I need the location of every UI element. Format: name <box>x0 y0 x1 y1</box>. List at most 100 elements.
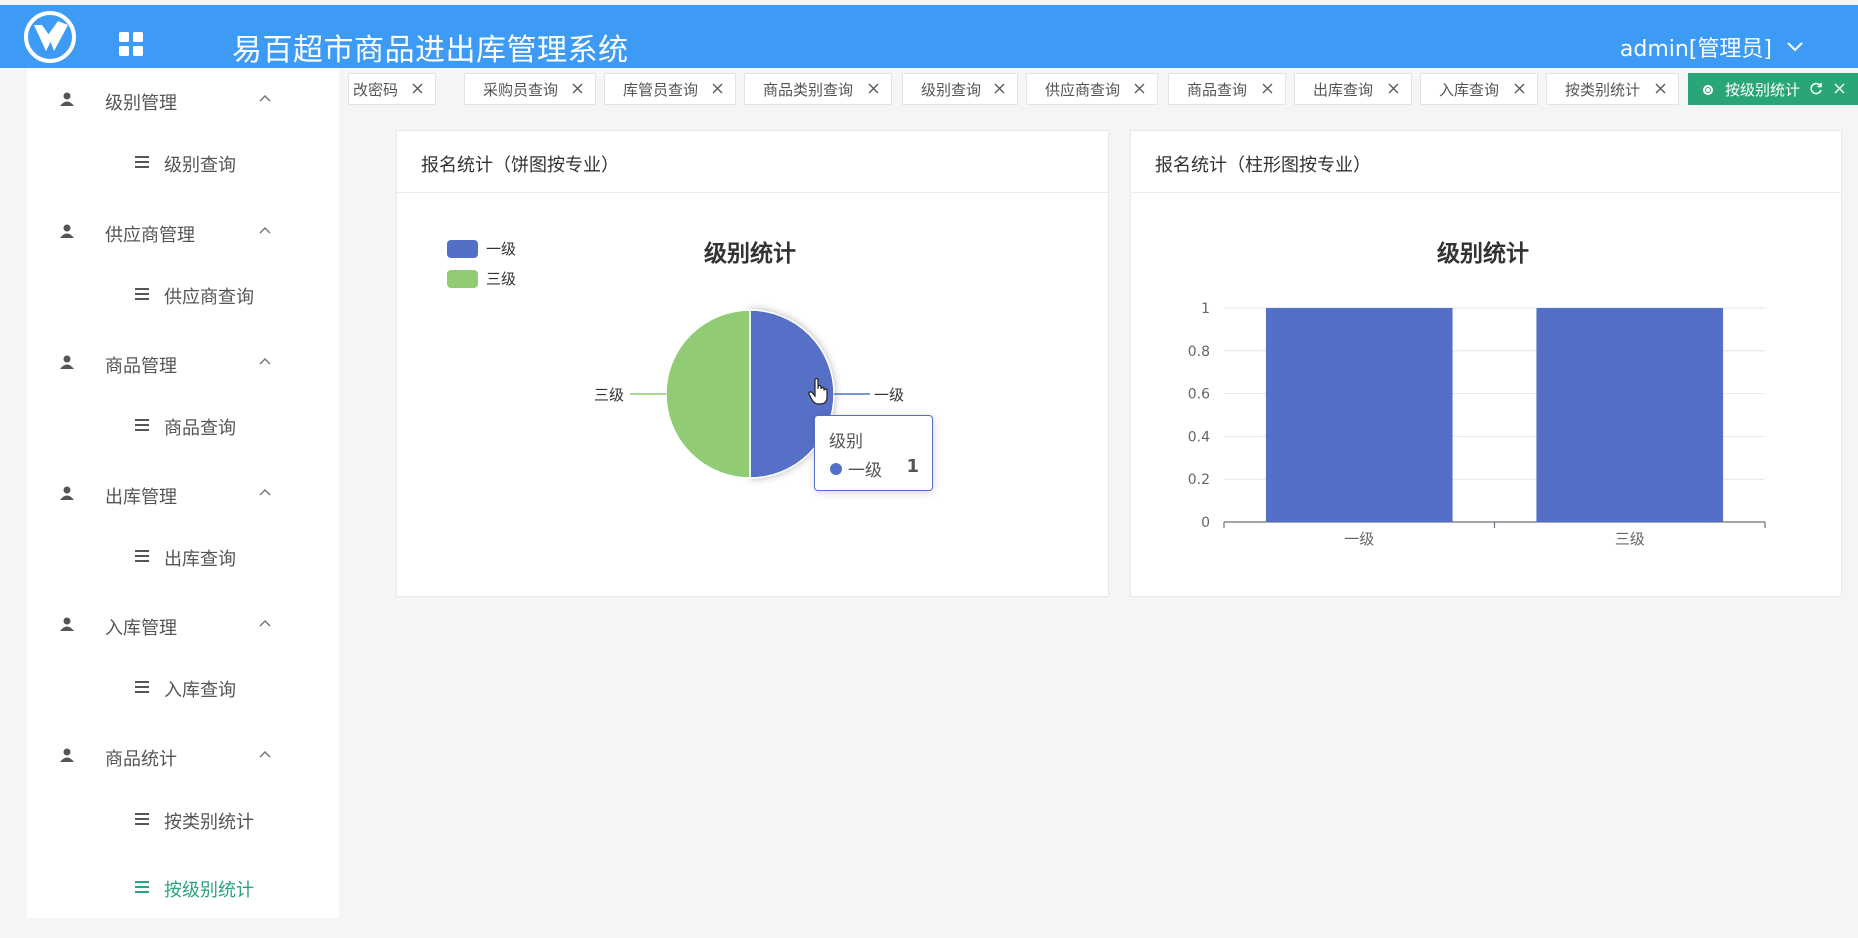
legend-item[interactable]: 三级 <box>447 268 516 289</box>
tab-change-password[interactable]: 改密码 <box>348 73 436 105</box>
user-name: admin[管理员] <box>1619 37 1772 62</box>
person-icon <box>60 224 74 238</box>
sidebar-item-goods-query[interactable]: 商品查询 <box>27 405 339 445</box>
sidebar-item-inbound-query[interactable]: 入库查询 <box>27 667 339 707</box>
sidebar-group-label: 商品管理 <box>105 356 177 377</box>
close-icon[interactable] <box>868 83 879 94</box>
user-menu[interactable]: admin[管理员] <box>1620 31 1804 63</box>
close-icon[interactable] <box>572 83 583 94</box>
top-header: 易百超市商品进出库管理系统 admin[管理员] <box>0 5 1858 68</box>
chart-title: 级别统计 <box>704 241 796 267</box>
sidebar-group-goods[interactable]: 商品管理 <box>27 343 339 383</box>
sidebar-item-label: 入库查询 <box>164 680 236 701</box>
sidebar-group-supplier[interactable]: 供应商管理 <box>27 212 339 252</box>
tooltip-marker <box>830 463 842 475</box>
sidebar: 级别管理 级别查询 供应商管理 供应商查询 商品管理 商品查询 出库管理 出库查… <box>27 68 339 918</box>
sidebar-item-stats-by-category[interactable]: 按类别统计 <box>27 799 339 839</box>
sidebar-group-level[interactable]: 级别管理 <box>27 80 339 120</box>
tooltip-title: 级别 <box>829 432 863 452</box>
sidebar-item-label: 按级别统计 <box>164 880 254 901</box>
chevron-up-icon <box>259 619 271 627</box>
pie-label: 三级 <box>594 386 625 404</box>
bar-1[interactable] <box>1536 308 1724 522</box>
menu-lines-icon <box>135 550 149 562</box>
sidebar-item-label: 商品查询 <box>164 418 236 439</box>
bar-0[interactable] <box>1265 308 1453 522</box>
sidebar-group-stats[interactable]: 商品统计 <box>27 736 339 776</box>
legend-swatch <box>447 269 478 288</box>
menu-lines-icon <box>135 419 149 431</box>
legend-label: 三级 <box>486 270 517 288</box>
sidebar-item-label: 按类别统计 <box>164 812 254 833</box>
menu-lines-icon <box>135 156 149 168</box>
tab-supplier-query[interactable]: 供应商查询 <box>1026 73 1158 105</box>
tab-keeper-query[interactable]: 库管员查询 <box>604 73 736 105</box>
tab-outbound-query[interactable]: 出库查询 <box>1294 73 1412 105</box>
tab-inbound-query[interactable]: 入库查询 <box>1420 73 1538 105</box>
pie-slice-1[interactable] <box>665 309 751 479</box>
tab-category-query[interactable]: 商品类别查询 <box>744 73 892 105</box>
chevron-up-icon <box>259 750 271 758</box>
close-icon[interactable] <box>1262 83 1273 94</box>
grid-menu-icon[interactable] <box>118 31 144 57</box>
active-dot-icon <box>1703 85 1713 95</box>
app-title: 易百超市商品进出库管理系统 <box>232 33 629 68</box>
sidebar-item-label: 出库查询 <box>164 549 236 570</box>
tab-stats-by-level[interactable]: 按级别统计 <box>1688 73 1858 105</box>
person-icon <box>60 92 74 106</box>
chevron-up-icon <box>259 226 271 234</box>
tab-label: 按类别统计 <box>1565 80 1641 99</box>
close-icon[interactable] <box>412 83 423 94</box>
y-tick-label: 0 <box>1201 515 1210 531</box>
sidebar-group-outbound[interactable]: 出库管理 <box>27 474 339 514</box>
tab-label: 出库查询 <box>1313 80 1374 99</box>
person-icon <box>60 355 74 369</box>
tab-label: 级别查询 <box>921 80 982 99</box>
tab-label: 商品类别查询 <box>763 80 854 99</box>
tab-stats-by-category[interactable]: 按类别统计 <box>1546 73 1679 105</box>
close-icon[interactable] <box>1655 83 1666 94</box>
chart-tooltip: 级别 一级 1 <box>814 415 933 491</box>
sidebar-item-outbound-query[interactable]: 出库查询 <box>27 536 339 576</box>
sidebar-group-label: 级别管理 <box>105 93 177 114</box>
menu-lines-icon <box>135 681 149 693</box>
sidebar-group-label: 入库管理 <box>105 618 177 639</box>
sidebar-item-stats-by-level[interactable]: 按级别统计 <box>27 867 339 907</box>
tab-label: 入库查询 <box>1439 80 1500 99</box>
person-icon <box>60 617 74 631</box>
menu-lines-icon <box>135 288 149 300</box>
close-icon[interactable] <box>712 83 723 94</box>
tab-goods-query[interactable]: 商品查询 <box>1168 73 1286 105</box>
bar-chart: 1 0.8 0.6 0.4 0.2 0 一级 三级 <box>1188 301 1766 548</box>
sidebar-group-inbound[interactable]: 入库管理 <box>27 605 339 645</box>
sidebar-item-label: 供应商查询 <box>164 287 254 308</box>
chevron-up-icon <box>259 94 271 102</box>
y-tick-label: 0.4 <box>1188 429 1210 445</box>
legend-item[interactable]: 一级 <box>447 238 516 259</box>
close-icon[interactable] <box>994 83 1005 94</box>
sidebar-group-label: 商品统计 <box>105 749 177 770</box>
tab-label: 采购员查询 <box>483 80 559 99</box>
person-icon <box>60 748 74 762</box>
tab-level-query[interactable]: 级别查询 <box>902 73 1018 105</box>
close-icon[interactable] <box>1514 83 1525 94</box>
sidebar-item-label: 级别查询 <box>164 155 236 176</box>
tooltip-name: 一级 <box>848 461 882 481</box>
chart-title: 级别统计 <box>1437 241 1529 267</box>
chevron-up-icon <box>259 488 271 496</box>
card-header: 报名统计（柱形图按专业） <box>1131 131 1841 193</box>
y-tick-label: 0.2 <box>1188 472 1210 488</box>
tab-buyer-query[interactable]: 采购员查询 <box>464 73 596 105</box>
chevron-down-icon <box>1787 42 1803 52</box>
refresh-icon[interactable] <box>1809 82 1823 96</box>
y-tick-label: 0.6 <box>1188 387 1210 403</box>
sidebar-item-supplier-query[interactable]: 供应商查询 <box>27 274 339 314</box>
sidebar-group-label: 供应商管理 <box>105 225 195 246</box>
menu-lines-icon <box>135 813 149 825</box>
tab-bar: 改密码 采购员查询 库管员查询 商品类别查询 级别查询 供应商查询 商品查询 出… <box>348 73 1858 105</box>
close-icon[interactable] <box>1834 83 1845 94</box>
close-icon[interactable] <box>1388 83 1399 94</box>
hand-cursor-icon <box>808 378 828 405</box>
close-icon[interactable] <box>1134 83 1145 94</box>
sidebar-item-level-query[interactable]: 级别查询 <box>27 142 339 182</box>
